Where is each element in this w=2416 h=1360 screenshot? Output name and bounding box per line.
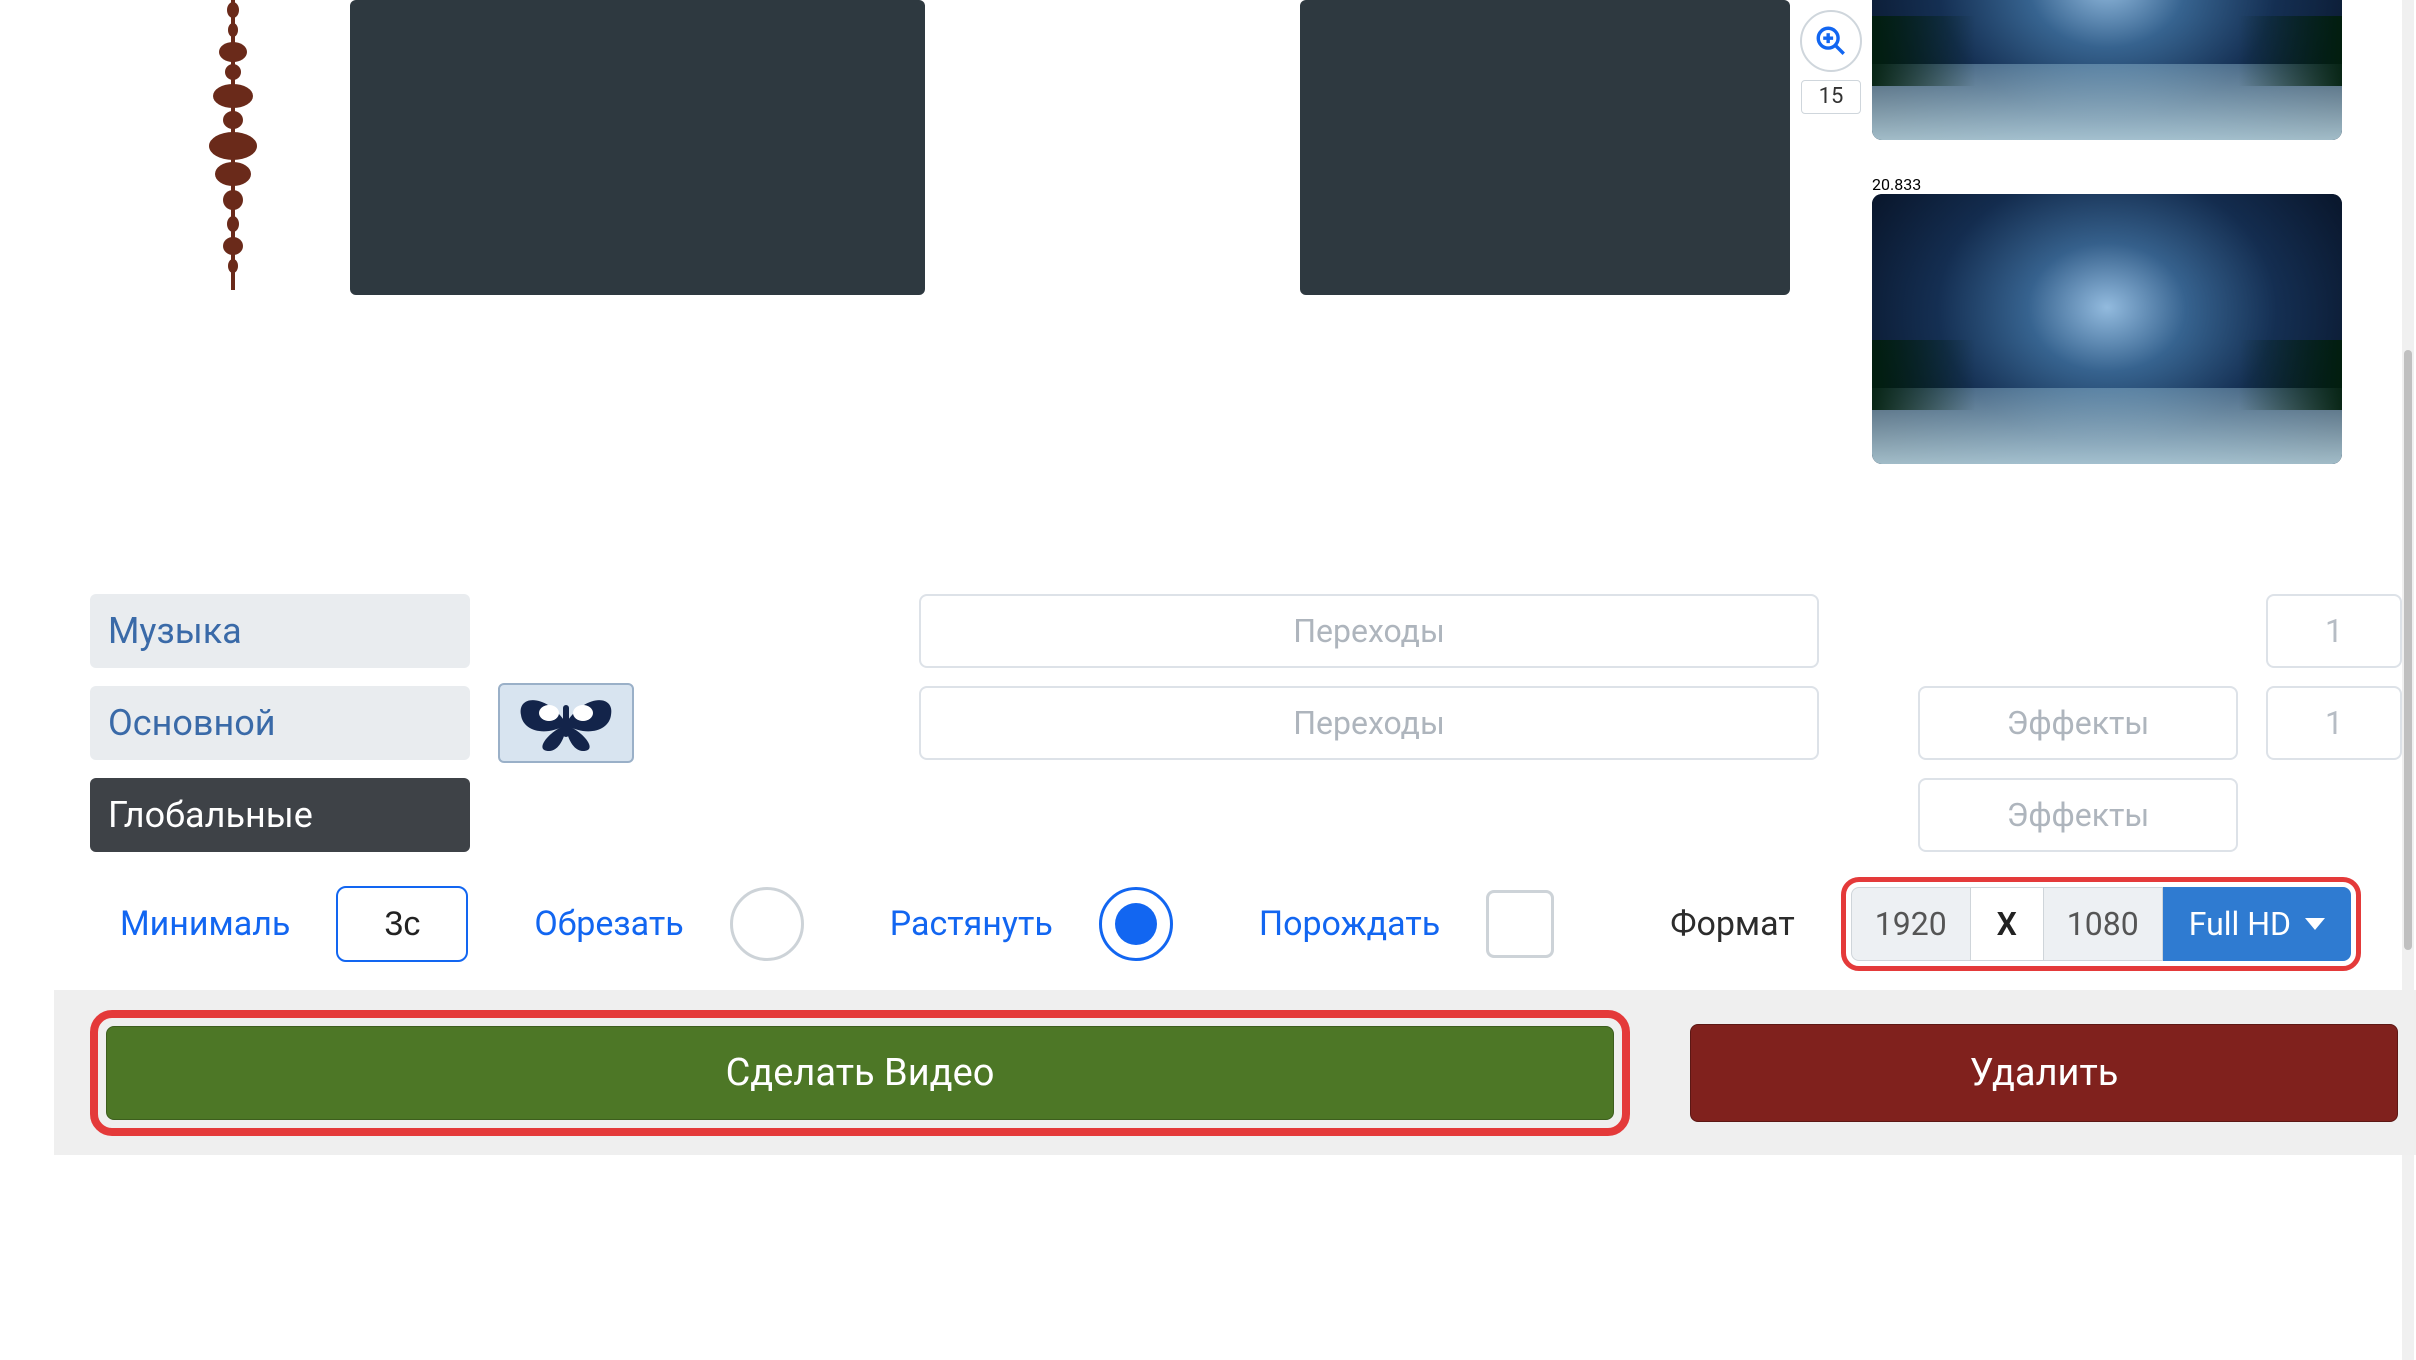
generate-label: Порождать <box>1259 904 1440 944</box>
effects-button[interactable]: Эффекты <box>1918 778 2238 852</box>
crop-radio[interactable] <box>730 887 804 961</box>
layer-tab-music[interactable]: Музыка <box>90 594 470 668</box>
format-group: 1920 X 1080 Full HD <box>1841 877 2361 971</box>
dimension-separator: X <box>1971 887 2043 961</box>
action-bar: Сделать Видео Удалить <box>54 990 2416 1155</box>
delete-button[interactable]: Удалить <box>1690 1024 2398 1122</box>
width-input[interactable]: 1920 <box>1851 887 1971 961</box>
chevron-down-icon <box>2305 918 2325 930</box>
transitions-button[interactable]: Переходы <box>919 686 1819 760</box>
zoom-in-button[interactable] <box>1800 10 1862 72</box>
make-video-highlight: Сделать Видео <box>90 1010 1630 1136</box>
preset-label: Full HD <box>2189 905 2291 943</box>
audio-waveform[interactable] <box>140 0 325 300</box>
generate-checkbox[interactable] <box>1486 890 1554 958</box>
zoom-controls: 15 <box>1790 0 1872 300</box>
clip-time-label: 20.833 <box>1872 175 1921 194</box>
layers-panel: Музыка Переходы 1 Основной <box>90 585 2406 861</box>
clip-thumbnails: 20.833 <box>1872 0 2392 499</box>
main-clip-thumb[interactable] <box>498 683 634 763</box>
stretch-label: Растянуть <box>890 904 1053 944</box>
clip-thumbnail[interactable] <box>1872 0 2342 140</box>
format-label: Формат <box>1670 904 1795 944</box>
minimal-label: Минималь <box>120 904 290 944</box>
effects-button[interactable]: Эффекты <box>1918 686 2238 760</box>
resolution-preset-dropdown[interactable]: Full HD <box>2163 887 2351 961</box>
stretch-radio[interactable] <box>1099 887 1173 961</box>
layer-tab-global[interactable]: Глобальные <box>90 778 470 852</box>
timeline-clip[interactable] <box>1300 0 1790 295</box>
zoom-in-icon <box>1814 24 1848 58</box>
height-input[interactable]: 1080 <box>2043 887 2163 961</box>
waveform-icon <box>198 0 268 290</box>
timeline-clip[interactable] <box>350 0 925 295</box>
timeline-area: 15 20.833 <box>90 0 2406 300</box>
minimal-input[interactable] <box>336 886 468 962</box>
layer-tab-main[interactable]: Основной <box>90 686 470 760</box>
transitions-button[interactable]: Переходы <box>919 594 1819 668</box>
make-video-button[interactable]: Сделать Видео <box>106 1026 1614 1120</box>
count-box[interactable]: 1 <box>2266 686 2402 760</box>
controls-row: Минималь Обрезать Растянуть Порождать Фо… <box>90 878 2406 970</box>
count-box[interactable]: 1 <box>2266 594 2402 668</box>
clip-thumbnail[interactable] <box>1872 194 2342 464</box>
zoom-step-value[interactable]: 15 <box>1801 80 1861 114</box>
crop-label: Обрезать <box>534 904 683 944</box>
butterfly-icon <box>511 691 621 755</box>
